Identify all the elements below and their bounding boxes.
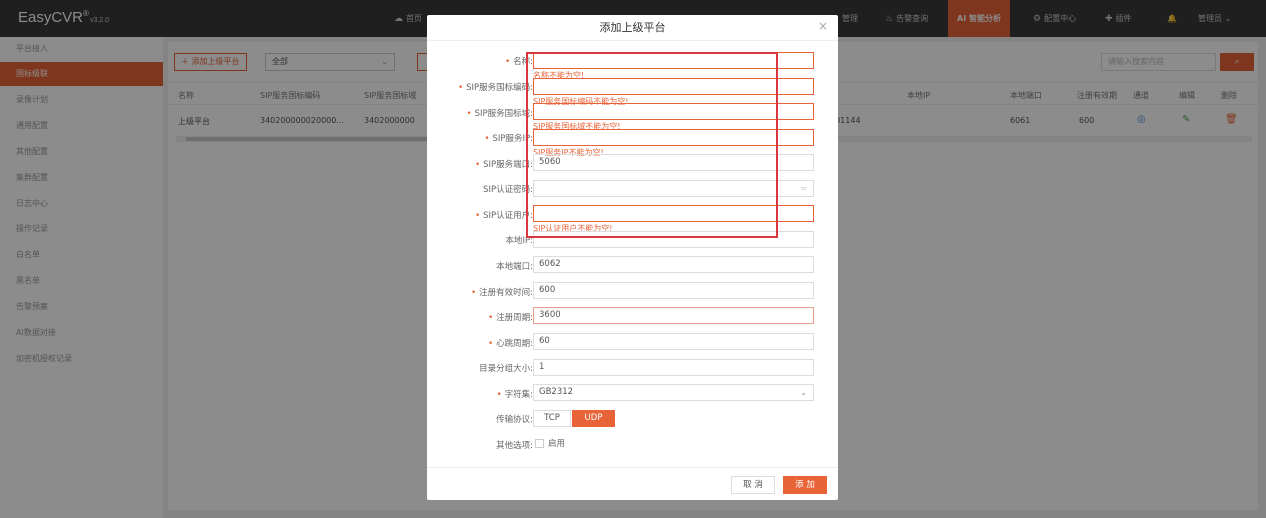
label-sip-user: • SIP认证用户:	[475, 211, 533, 221]
label-sip-domain: • SIP服务国标域:	[466, 109, 533, 119]
close-icon[interactable]: ×	[818, 19, 828, 33]
dialog-divider	[427, 40, 838, 41]
catalog-size-input[interactable]: 1	[533, 359, 814, 376]
label-reg-expire: • 注册有效时间:	[471, 288, 533, 298]
label-local-port: 本地端口:	[496, 262, 533, 272]
label-charset: • 字符集:	[496, 390, 533, 400]
label-catalog-size: 目录分组大小:	[479, 364, 533, 374]
protocol-tcp-button[interactable]: TCP	[533, 410, 571, 427]
dialog-title: 添加上级平台	[599, 21, 666, 34]
eye-off-icon[interactable]: ≈	[800, 181, 807, 196]
chevron-down-icon: ⌄	[800, 388, 807, 397]
reg-expire-input[interactable]: 600	[533, 282, 814, 299]
reg-interval-input[interactable]: 3600	[533, 307, 814, 324]
label-protocol: 传输协议:	[496, 415, 533, 425]
label-other-options: 其他选项:	[496, 441, 533, 451]
dialog-footer-divider	[427, 467, 838, 468]
add-button[interactable]: 添 加	[783, 476, 827, 494]
label-heartbeat: • 心跳周期:	[488, 339, 533, 349]
annotation-highlight-box	[526, 52, 778, 238]
label-reg-interval: • 注册周期:	[488, 313, 533, 323]
local-port-input[interactable]: 6062	[533, 256, 814, 273]
label-sip-id: • SIP服务国标编码:	[458, 83, 533, 93]
label-sip-port: • SIP服务端口:	[475, 160, 533, 170]
heartbeat-input[interactable]: 60	[533, 333, 814, 350]
charset-select[interactable]: GB2312 ⌄	[533, 384, 814, 401]
cancel-button[interactable]: 取 消	[731, 476, 775, 494]
protocol-udp-button[interactable]: UDP	[572, 410, 615, 427]
enable-label: 启用	[548, 439, 566, 449]
enable-checkbox[interactable]	[535, 439, 544, 448]
